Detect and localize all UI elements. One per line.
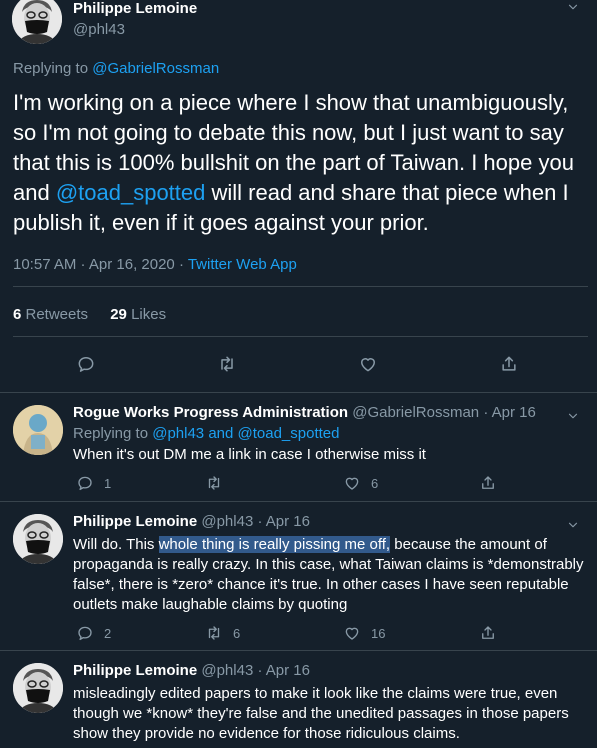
reply-text: When it's out DM me a link in case I oth… <box>73 446 426 463</box>
reply-count: 1 <box>104 475 112 491</box>
replying-to-link[interactable]: @GabrielRossman <box>92 60 219 77</box>
like-icon[interactable] <box>343 624 361 642</box>
like-count: 6 <box>371 475 379 491</box>
reply-tweet[interactable]: Philippe Lemoine @phl43 · Apr 16 Will do… <box>0 502 597 651</box>
retweet-icon[interactable] <box>217 354 237 374</box>
author-name[interactable]: Philippe Lemoine <box>73 0 197 17</box>
timestamp-text[interactable]: 10:57 AM · Apr 16, 2020 · <box>13 256 188 273</box>
reply-header: Philippe Lemoine @phl43 · Apr 16 <box>73 662 310 679</box>
retweets-stat[interactable]: 6 Retweets <box>13 306 88 323</box>
like-icon[interactable] <box>358 354 378 374</box>
chevron-down-icon[interactable] <box>566 518 580 532</box>
reply-icon[interactable] <box>76 624 94 642</box>
reply-header: Philippe Lemoine @phl43 · Apr 16 <box>73 513 310 530</box>
share-action[interactable] <box>479 474 497 492</box>
selected-text: whole thing is really pissing me off, <box>158 536 391 553</box>
reply-header: Rogue Works Progress Administration @Gab… <box>73 404 536 421</box>
tweet-text: I'm working on a piece where I show that… <box>13 88 588 238</box>
author-handle[interactable]: @phl43 <box>73 21 125 38</box>
reply-icon[interactable] <box>76 354 96 374</box>
engagement-stats: 6 Retweets 29 Likes <box>13 306 166 323</box>
share-action[interactable] <box>479 624 497 642</box>
like-action[interactable]: 6 <box>343 474 378 492</box>
likes-stat[interactable]: 29 Likes <box>110 306 166 323</box>
replying-to: Replying to @GabrielRossman <box>13 60 219 77</box>
author-meta[interactable]: @phl43 · Apr 16 <box>197 662 310 679</box>
divider <box>13 286 588 287</box>
author-name[interactable]: Philippe Lemoine <box>73 513 197 530</box>
likes-label: Likes <box>126 306 167 323</box>
like-icon[interactable] <box>343 474 361 492</box>
retweet-count: 6 <box>233 625 241 641</box>
timestamp: 10:57 AM · Apr 16, 2020 · Twitter Web Ap… <box>13 256 297 273</box>
avatar[interactable] <box>12 0 62 44</box>
reply-text: Will do. This whole thing is really piss… <box>73 535 588 615</box>
retweet-icon[interactable] <box>205 474 223 492</box>
likes-count: 29 <box>110 306 127 323</box>
retweet-action[interactable]: 6 <box>205 624 240 642</box>
replying-prefix: Replying to <box>73 425 153 442</box>
replying-to: Replying to @phl43 and @toad_spotted <box>73 424 588 444</box>
share-icon[interactable] <box>499 354 519 374</box>
retweet-icon[interactable] <box>205 624 223 642</box>
author-meta[interactable]: @GabrielRossman · Apr 16 <box>348 404 536 421</box>
chevron-down-icon[interactable] <box>566 409 580 423</box>
reply-tweet[interactable]: Rogue Works Progress Administration @Gab… <box>0 393 597 502</box>
reply-action[interactable]: 1 <box>76 474 111 492</box>
avatar[interactable] <box>13 514 63 564</box>
author-name[interactable]: Rogue Works Progress Administration <box>73 404 348 421</box>
reply-text-before: Will do. This <box>73 536 159 553</box>
avatar[interactable] <box>13 663 63 713</box>
reply-tweet[interactable]: Philippe Lemoine @phl43 · Apr 16 mislead… <box>0 651 597 748</box>
author-name[interactable]: Philippe Lemoine <box>73 662 197 679</box>
reply-action[interactable]: 2 <box>76 624 111 642</box>
chevron-down-icon[interactable] <box>566 0 580 14</box>
source-link[interactable]: Twitter Web App <box>188 256 297 273</box>
replying-prefix: Replying to <box>13 60 93 77</box>
divider <box>13 336 588 337</box>
main-tweet: Philippe Lemoine @phl43 Replying to @Gab… <box>0 0 597 393</box>
share-icon[interactable] <box>479 624 497 642</box>
reply-count: 2 <box>104 625 112 641</box>
retweets-label: Retweets <box>21 306 89 323</box>
like-action[interactable]: 16 <box>343 624 385 642</box>
author-meta[interactable]: @phl43 · Apr 16 <box>197 513 310 530</box>
reply-text: misleadingly edited papers to make it lo… <box>73 685 569 742</box>
avatar[interactable] <box>13 405 63 455</box>
retweet-action[interactable] <box>205 474 233 492</box>
reply-icon[interactable] <box>76 474 94 492</box>
mention-link[interactable]: @toad_spotted <box>56 180 206 205</box>
share-icon[interactable] <box>479 474 497 492</box>
replying-to-link[interactable]: @phl43 and @toad_spotted <box>152 425 339 442</box>
like-count: 16 <box>371 625 386 641</box>
